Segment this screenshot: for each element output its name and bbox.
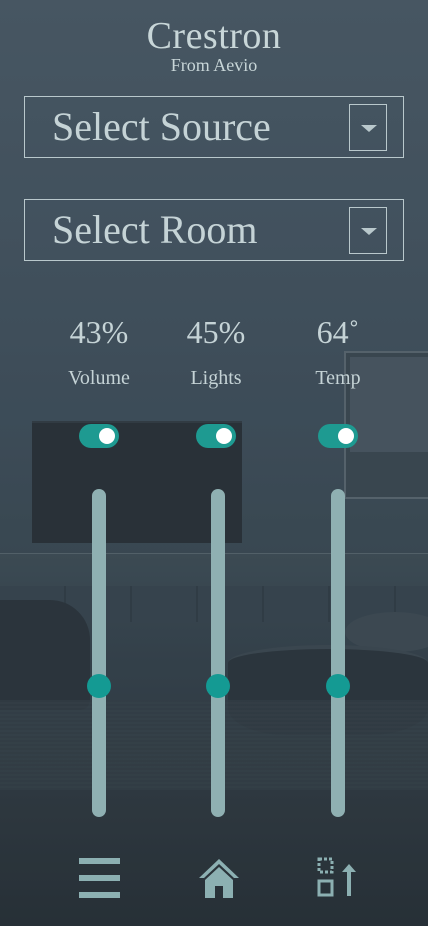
room-select[interactable]: Select Room xyxy=(24,199,404,261)
source-select-label: Select Source xyxy=(52,104,271,149)
temp-slider[interactable] xyxy=(326,489,350,817)
volume-label: Volume xyxy=(68,367,130,389)
toggle-knob xyxy=(99,428,115,444)
volume-slider[interactable] xyxy=(87,489,111,817)
chevron-down-icon xyxy=(361,125,377,132)
source-select[interactable]: Select Source xyxy=(24,96,404,158)
source-dropdown-button[interactable] xyxy=(349,104,387,151)
brand-header: Crestron From Aevio xyxy=(0,14,428,74)
volume-control: 43% Volume xyxy=(39,310,159,390)
temp-label: Temp xyxy=(315,367,361,389)
volume-toggle[interactable] xyxy=(79,424,119,448)
slider-track xyxy=(92,489,106,817)
room-dropdown-button[interactable] xyxy=(349,207,387,254)
temp-toggle[interactable] xyxy=(318,424,358,448)
slider-track xyxy=(331,489,345,817)
temp-value: 64˚ xyxy=(316,314,360,350)
home-icon[interactable] xyxy=(197,856,241,900)
volume-value: 43% xyxy=(69,314,129,350)
lights-slider[interactable] xyxy=(206,489,230,817)
brand-title: Crestron xyxy=(146,15,282,57)
brand-subtitle: From Aevio xyxy=(170,55,258,75)
menu-icon[interactable] xyxy=(79,856,120,900)
slider-thumb[interactable] xyxy=(206,674,230,699)
lights-toggle[interactable] xyxy=(196,424,236,448)
lights-value: 45% xyxy=(186,314,246,350)
slider-track xyxy=(211,489,225,817)
slider-thumb[interactable] xyxy=(87,674,111,699)
lights-label: Lights xyxy=(190,367,242,389)
chevron-down-icon xyxy=(361,228,377,235)
export-icon[interactable] xyxy=(316,856,360,900)
room-select-label: Select Room xyxy=(52,207,258,252)
lights-control: 45% Lights xyxy=(156,310,276,390)
slider-thumb[interactable] xyxy=(326,674,350,699)
toggle-knob xyxy=(216,428,232,444)
temp-control: 64˚ Temp xyxy=(278,310,398,390)
toggle-knob xyxy=(338,428,354,444)
